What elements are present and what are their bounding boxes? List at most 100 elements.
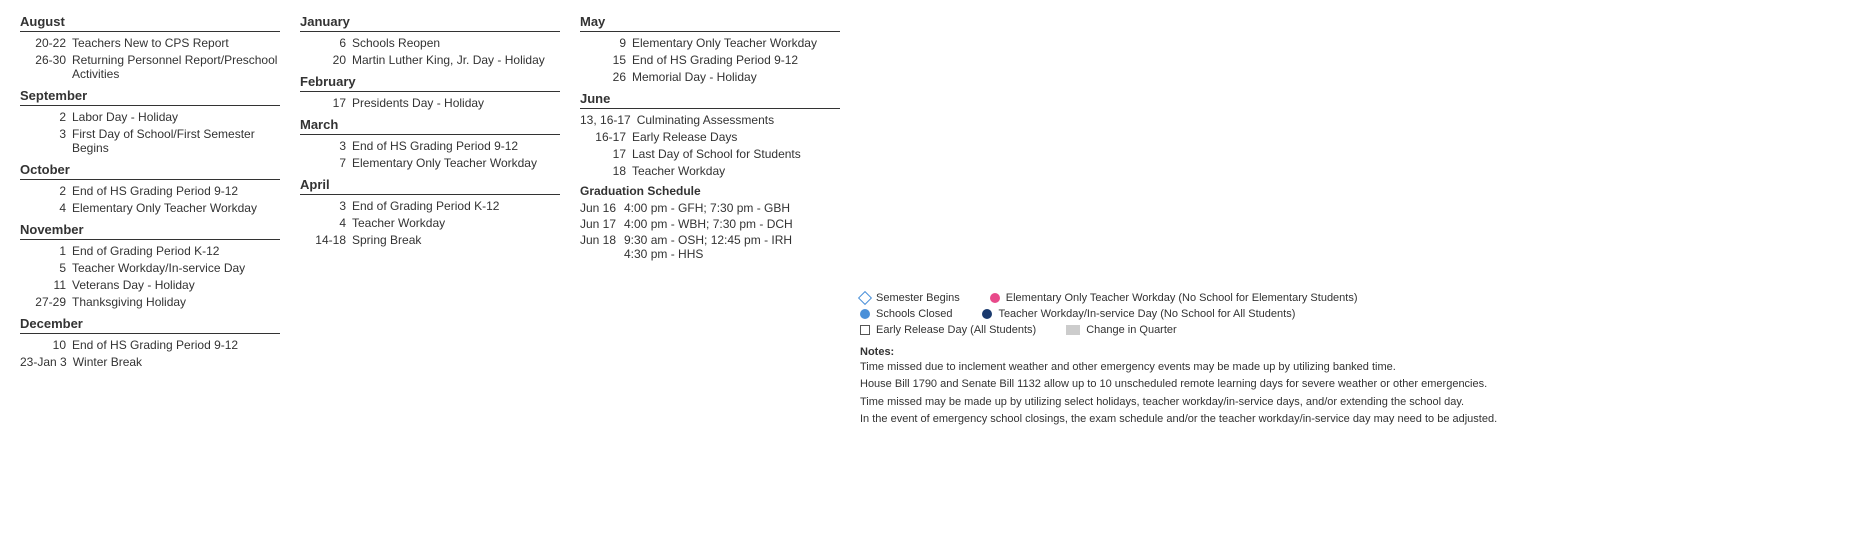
- event-date: 23-Jan 3: [20, 355, 73, 369]
- event-desc: Elementary Only Teacher Workday: [632, 36, 840, 50]
- event-date: 1: [20, 244, 72, 258]
- notes-section: Notes: Time missed due to inclement weat…: [860, 346, 1848, 428]
- event-date: 4: [300, 216, 352, 230]
- event-date: 26-30: [20, 53, 72, 67]
- legend-item-early-release: Early Release Day (All Students): [860, 324, 1036, 336]
- notes-line: Time missed may be made up by utilizing …: [860, 395, 1848, 410]
- event-row: 3End of HS Grading Period 9-12: [300, 139, 560, 153]
- legend-label-teacher-workday: Teacher Workday/In-service Day (No Schoo…: [998, 308, 1295, 320]
- notes-line: House Bill 1790 and Senate Bill 1132 all…: [860, 377, 1848, 392]
- event-desc: Thanksgiving Holiday: [72, 295, 280, 309]
- month-section-december: December10End of HS Grading Period 9-122…: [20, 312, 280, 369]
- event-desc: Teacher Workday/In-service Day: [72, 261, 280, 275]
- month-section-april: April3End of Grading Period K-124Teacher…: [300, 173, 560, 247]
- event-date: 13, 16-17: [580, 113, 637, 127]
- event-row: 5Teacher Workday/In-service Day: [20, 261, 280, 275]
- event-desc: Spring Break: [352, 233, 560, 247]
- legend-label-change-quarter: Change in Quarter: [1086, 324, 1177, 336]
- month-header: January: [300, 10, 560, 32]
- event-desc: Teachers New to CPS Report: [72, 36, 280, 50]
- grad-desc: 9:30 am - OSH; 12:45 pm - IRH 4:30 pm - …: [624, 233, 840, 261]
- event-date: 17: [300, 96, 352, 110]
- grad-date: Jun 18: [580, 233, 624, 261]
- month-header: October: [20, 158, 280, 180]
- circle-blue-icon: [860, 309, 870, 319]
- bottom-section: Semester Begins Elementary Only Teacher …: [860, 10, 1848, 428]
- event-desc: End of Grading Period K-12: [72, 244, 280, 258]
- event-date: 9: [580, 36, 632, 50]
- event-desc: Memorial Day - Holiday: [632, 70, 840, 84]
- event-date: 11: [20, 278, 72, 292]
- event-row: 6Schools Reopen: [300, 36, 560, 50]
- legend-row-2: Schools Closed Teacher Workday/In-servic…: [860, 308, 1848, 320]
- event-row: 27-29Thanksgiving Holiday: [20, 295, 280, 309]
- month-section-november: November 1End of Grading Period K-12 5Teac…: [20, 218, 280, 309]
- event-desc: End of HS Grading Period 9-12: [352, 139, 560, 153]
- event-row: 4Elementary Only Teacher Workday: [20, 201, 280, 215]
- notes-lines: Time missed due to inclement weather and…: [860, 360, 1848, 428]
- circle-pink-icon: [990, 293, 1000, 303]
- legend-row-1: Semester Begins Elementary Only Teacher …: [860, 292, 1848, 304]
- event-row: 16-17Early Release Days: [580, 130, 840, 144]
- month-header: September: [20, 84, 280, 106]
- month-header: May: [580, 10, 840, 32]
- event-row: 17Presidents Day - Holiday: [300, 96, 560, 110]
- notes-title: Notes:: [860, 346, 1848, 358]
- legend-item-schools-closed: Schools Closed: [860, 308, 952, 320]
- month-header: August: [20, 10, 280, 32]
- event-row: 11Veterans Day - Holiday: [20, 278, 280, 292]
- event-desc: Teacher Workday: [632, 164, 840, 178]
- right-column: May9Elementary Only Teacher Workday15End…: [580, 10, 840, 428]
- legend-item-semester: Semester Begins: [860, 292, 960, 304]
- month-header: December: [20, 312, 280, 334]
- event-date: 16-17: [580, 130, 632, 144]
- event-row: 2End of HS Grading Period 9-12: [20, 184, 280, 198]
- grad-row: Jun 189:30 am - OSH; 12:45 pm - IRH 4:30…: [580, 233, 840, 261]
- month-header: November: [20, 218, 280, 240]
- event-date: 2: [20, 110, 72, 124]
- event-date: 6: [300, 36, 352, 50]
- square-icon: [860, 325, 870, 335]
- event-row: 9Elementary Only Teacher Workday: [580, 36, 840, 50]
- legend-item-change-quarter: Change in Quarter: [1066, 324, 1177, 336]
- grad-desc: 4:00 pm - GFH; 7:30 pm - GBH: [624, 201, 840, 215]
- event-row: 2Labor Day - Holiday: [20, 110, 280, 124]
- grad-date: Jun 16: [580, 201, 624, 215]
- rect-gray-icon: [1066, 325, 1080, 335]
- page-wrapper: August 20-22Teachers New to CPS Report26-…: [0, 0, 1868, 438]
- month-section-january: January6Schools Reopen20Martin Luther Ki…: [300, 10, 560, 67]
- event-desc: Labor Day - Holiday: [72, 110, 280, 124]
- event-desc: End of HS Grading Period 9-12: [72, 338, 280, 352]
- event-desc: Culminating Assessments: [637, 113, 840, 127]
- legend-item-teacher-workday: Teacher Workday/In-service Day (No Schoo…: [982, 308, 1295, 320]
- event-date: 7: [300, 156, 352, 170]
- event-desc: Teacher Workday: [352, 216, 560, 230]
- event-row: 18Teacher Workday: [580, 164, 840, 178]
- grad-row: Jun 164:00 pm - GFH; 7:30 pm - GBH: [580, 201, 840, 215]
- legend-label-semester: Semester Begins: [876, 292, 960, 304]
- event-row: 3First Day of School/First Semester Begi…: [20, 127, 280, 155]
- event-desc: Presidents Day - Holiday: [352, 96, 560, 110]
- event-date: 20-22: [20, 36, 72, 50]
- event-date: 18: [580, 164, 632, 178]
- mid-column: January6Schools Reopen20Martin Luther Ki…: [300, 10, 560, 428]
- month-header: June: [580, 87, 840, 109]
- event-desc: Last Day of School for Students: [632, 147, 840, 161]
- event-row: 14-18Spring Break: [300, 233, 560, 247]
- event-desc: Elementary Only Teacher Workday: [352, 156, 560, 170]
- event-date: 3: [20, 127, 72, 141]
- event-desc: Early Release Days: [632, 130, 840, 144]
- event-date: 17: [580, 147, 632, 161]
- event-date: 26: [580, 70, 632, 84]
- month-header: February: [300, 70, 560, 92]
- circle-darkblue-icon: [982, 309, 992, 319]
- grad-desc: 4:00 pm - WBH; 7:30 pm - DCH: [624, 217, 840, 231]
- event-desc: Returning Personnel Report/Preschool Act…: [72, 53, 280, 81]
- event-desc: End of HS Grading Period 9-12: [632, 53, 840, 67]
- grad-date: Jun 17: [580, 217, 624, 231]
- grad-row: Jun 174:00 pm - WBH; 7:30 pm - DCH: [580, 217, 840, 231]
- event-row: 17Last Day of School for Students: [580, 147, 840, 161]
- event-date: 4: [20, 201, 72, 215]
- event-date: 15: [580, 53, 632, 67]
- month-section-may: May9Elementary Only Teacher Workday15End…: [580, 10, 840, 84]
